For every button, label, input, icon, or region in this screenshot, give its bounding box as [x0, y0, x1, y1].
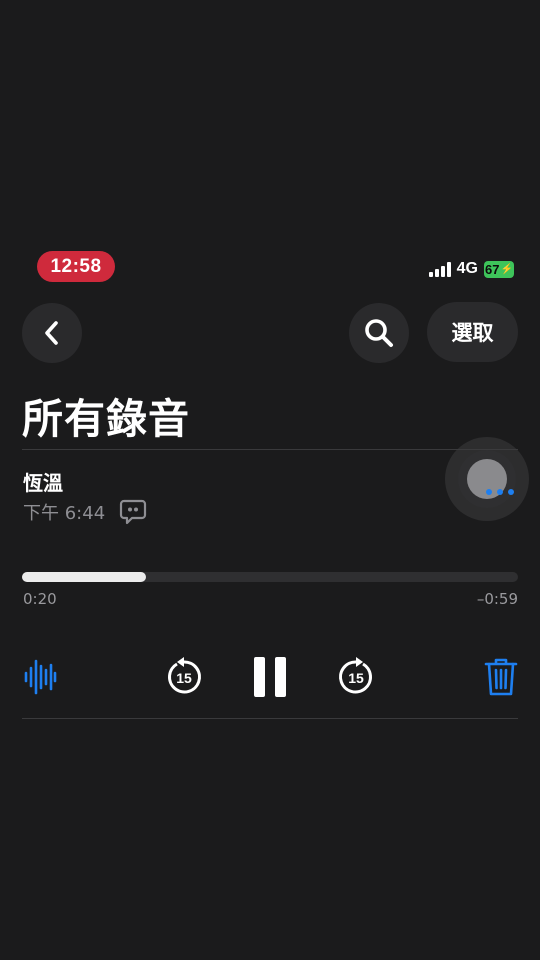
- network-type: 4G: [456, 260, 478, 277]
- waveform-button[interactable]: [23, 659, 57, 695]
- skip-back-label: 15: [176, 670, 192, 686]
- recording-title[interactable]: 恆溫: [23, 467, 63, 496]
- transcript-bubble-icon[interactable]: [119, 499, 147, 525]
- skip-forward-button[interactable]: 15: [336, 657, 376, 697]
- pause-icon: [254, 657, 286, 697]
- more-options-icon[interactable]: [486, 489, 514, 495]
- skip-forward-label: 15: [348, 670, 364, 686]
- delete-button[interactable]: [484, 657, 518, 697]
- signal-icon: [428, 261, 451, 277]
- assistive-touch-button[interactable]: [445, 437, 529, 521]
- battery-level: 67: [485, 261, 500, 277]
- chevron-left-icon: [45, 321, 58, 345]
- voice-memos-screen: 12:58 4G 67 ⚡ 選取 所有錄音 恆溫 下午 6:44 0:20 –0…: [0, 0, 540, 960]
- title-divider: [22, 449, 518, 450]
- status-time: 12:58: [37, 251, 115, 282]
- recording-meta: 下午 6:44: [23, 499, 147, 525]
- playback-progress-fill: [22, 572, 146, 582]
- recording-date: 下午 6:44: [23, 503, 106, 524]
- back-button[interactable]: [22, 303, 82, 363]
- controls-divider: [22, 718, 518, 719]
- page-title: 所有錄音: [22, 395, 190, 443]
- battery-icon: 67 ⚡: [484, 260, 514, 278]
- trash-icon: [484, 658, 518, 696]
- charging-icon: ⚡: [500, 263, 513, 275]
- assistive-touch-inner: [458, 450, 516, 508]
- search-button[interactable]: [349, 303, 409, 363]
- pause-button[interactable]: [252, 656, 288, 698]
- status-indicators: 4G 67 ⚡: [428, 260, 514, 278]
- remaining-time: –0:59: [476, 590, 518, 608]
- elapsed-time: 0:20: [23, 590, 57, 608]
- waveform-icon: [24, 659, 57, 695]
- select-button[interactable]: 選取: [427, 302, 518, 362]
- search-icon: [365, 319, 393, 347]
- skip-back-button[interactable]: 15: [164, 657, 204, 697]
- playback-scrubber[interactable]: [22, 572, 518, 582]
